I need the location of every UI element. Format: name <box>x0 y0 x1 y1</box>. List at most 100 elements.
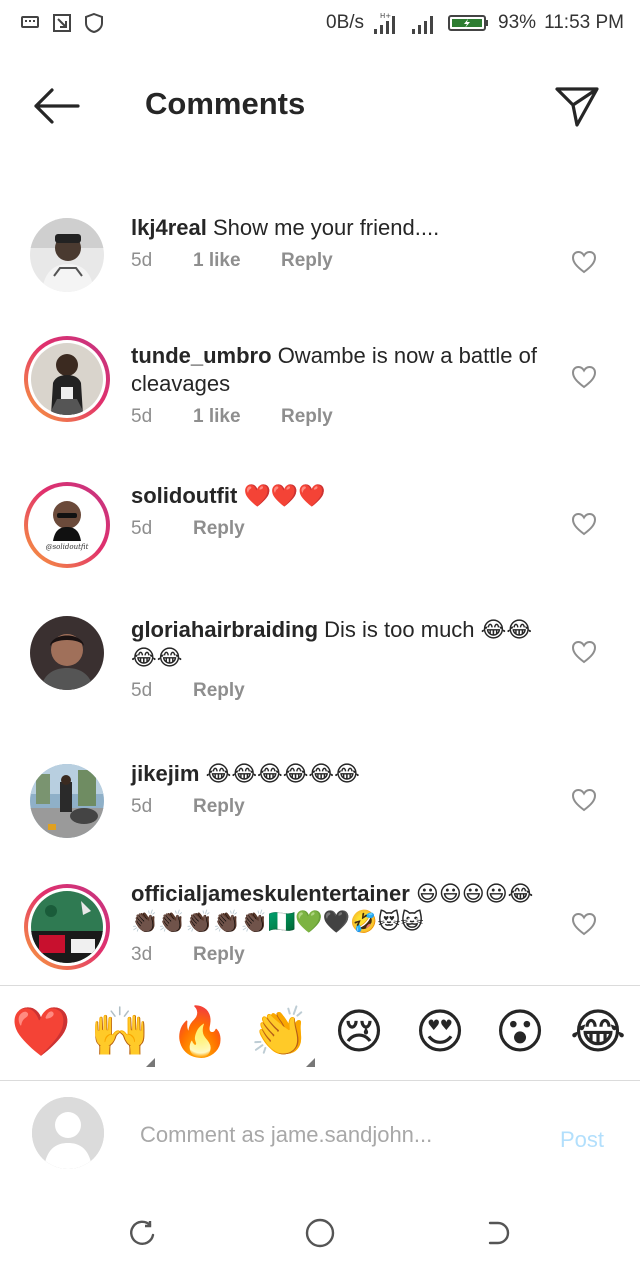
reaction-heart[interactable]: ❤️ <box>11 1004 71 1062</box>
network-type: H+ <box>380 12 391 20</box>
comment-username[interactable]: lkj4real <box>131 215 207 240</box>
comment-message: Show me your friend.... <box>212 215 440 240</box>
avatar[interactable]: @solidoutfit <box>24 482 110 568</box>
reply-button[interactable]: Reply <box>281 250 333 272</box>
avatar-image <box>31 891 103 963</box>
signal-hplus-icon: H+ <box>372 12 402 34</box>
comment-meta: 5d 1 like Reply <box>131 250 551 272</box>
comment-meta: 5d 1 like Reply <box>131 406 551 428</box>
comment-body: officialjameskulentertainer 😃😃😃😃😂👏🏿👏🏿👏🏿👏… <box>131 880 551 966</box>
heart-outline-icon[interactable] <box>570 638 598 666</box>
comment-time: 3d <box>131 944 153 965</box>
comment-meta: 5d Reply <box>131 680 551 702</box>
comment-time: 5d <box>131 518 153 539</box>
comment-text: solidoutfit ❤️❤️❤️ <box>131 482 551 510</box>
avatar-image: @solidoutfit <box>31 489 103 561</box>
clock: 11:53 PM <box>544 12 624 33</box>
comment-time: 5d <box>131 406 153 427</box>
comment-username[interactable]: tunde_umbro <box>131 343 272 368</box>
recent-apps-button[interactable] <box>124 1215 160 1251</box>
status-bar: 0B/s H+ 93% 11:53 PM <box>0 0 640 46</box>
avatar-image <box>30 616 104 690</box>
comment-text: tunde_umbro Owambe is now a battle of cl… <box>131 342 551 398</box>
status-right: 0B/s H+ 93% 11:53 PM <box>326 12 624 34</box>
comment-item: tunde_umbro Owambe is now a battle of cl… <box>0 336 640 476</box>
home-button[interactable] <box>302 1215 338 1251</box>
comment-body: gloriahairbraiding Dis is too much 😂😂😂😂 … <box>131 616 551 702</box>
back-nav-icon <box>488 1221 510 1245</box>
comment-meta: 3d Reply <box>131 944 551 966</box>
comment-item: lkj4real Show me your friend.... 5d 1 li… <box>0 214 640 324</box>
comment-text: gloriahairbraiding Dis is too much 😂😂😂😂 <box>131 616 551 672</box>
divider <box>0 985 640 986</box>
back-button[interactable] <box>30 84 82 128</box>
heart-outline-icon[interactable] <box>570 786 598 814</box>
reaction-fire[interactable]: 🔥 <box>170 1004 230 1062</box>
avatar[interactable] <box>30 764 104 838</box>
comment-body: jikejim 😂😂😂😂😂😂 5d Reply <box>131 760 551 818</box>
paper-plane-icon <box>555 87 599 127</box>
home-icon <box>305 1218 335 1248</box>
comment-message: 😂😂😂😂😂😂 <box>205 761 360 786</box>
reply-button[interactable]: Reply <box>281 406 333 428</box>
comment-item: gloriahairbraiding Dis is too much 😂😂😂😂 … <box>0 610 640 730</box>
status-left <box>20 13 104 33</box>
reaction-surprised[interactable]: 😮 <box>491 1004 549 1062</box>
avatar[interactable] <box>30 616 104 690</box>
comment-meta: 5d Reply <box>131 796 551 818</box>
header: Comments <box>0 46 640 164</box>
comment-meta: 5d Reply <box>131 518 551 540</box>
comment-likes[interactable]: 1 like <box>193 406 281 428</box>
comment-message: ❤️❤️❤️ <box>243 483 326 508</box>
avatar[interactable] <box>24 336 110 422</box>
recent-apps-icon <box>130 1220 155 1245</box>
comment-time: 5d <box>131 680 153 701</box>
back-nav-button[interactable] <box>480 1215 516 1251</box>
share-button[interactable] <box>552 82 602 132</box>
avatar-image <box>31 343 103 415</box>
reply-button[interactable]: Reply <box>193 796 245 818</box>
skin-tone-indicator <box>146 1058 155 1067</box>
comment-item: @solidoutfit solidoutfit ❤️❤️❤️ 5d Reply <box>0 482 640 592</box>
comment-time: 5d <box>131 796 153 817</box>
net-speed: 0B/s <box>326 12 365 33</box>
reply-button[interactable]: Reply <box>193 518 245 540</box>
heart-outline-icon[interactable] <box>570 248 598 276</box>
comment-username[interactable]: gloriahairbraiding <box>131 617 318 642</box>
avatar[interactable] <box>30 218 104 292</box>
comment-username[interactable]: solidoutfit <box>131 483 237 508</box>
comment-body: solidoutfit ❤️❤️❤️ 5d Reply <box>131 482 551 540</box>
comment-username[interactable]: jikejim <box>131 761 199 786</box>
reaction-laughing[interactable]: 😂 <box>569 1004 627 1062</box>
heart-outline-icon[interactable] <box>570 910 598 938</box>
comments-list: lkj4real Show me your friend.... 5d 1 li… <box>0 190 640 986</box>
message-notification-icon <box>20 13 40 33</box>
heart-outline-icon[interactable] <box>570 363 598 391</box>
comment-composer: Post <box>0 1081 640 1187</box>
comment-item: jikejim 😂😂😂😂😂😂 5d Reply <box>0 756 640 856</box>
reaction-clapping-hands[interactable]: 👏 <box>250 1004 310 1062</box>
default-avatar-icon <box>32 1097 104 1169</box>
comment-item: officialjameskulentertainer 😃😃😃😃😂👏🏿👏🏿👏🏿👏… <box>0 880 640 986</box>
skin-tone-indicator <box>306 1058 315 1067</box>
arrow-left-icon <box>34 88 80 124</box>
heart-outline-icon[interactable] <box>570 510 598 538</box>
reply-button[interactable]: Reply <box>193 944 245 966</box>
reaction-crying[interactable]: 😢 <box>330 1004 388 1062</box>
reply-button[interactable]: Reply <box>193 680 245 702</box>
reaction-heart-eyes[interactable]: 😍 <box>411 1004 469 1062</box>
avatar[interactable] <box>24 884 110 970</box>
screenshot-icon <box>52 13 72 33</box>
post-button[interactable]: Post <box>560 1127 604 1153</box>
comment-likes[interactable]: 1 like <box>193 250 281 272</box>
comment-username[interactable]: officialjameskulentertainer <box>131 881 410 906</box>
comment-time: 5d <box>131 250 153 271</box>
comment-text: lkj4real Show me your friend.... <box>131 214 551 242</box>
avatar-image <box>30 218 104 292</box>
shield-icon <box>84 13 104 33</box>
reaction-raising-hands[interactable]: 🙌 <box>90 1004 150 1062</box>
comment-input[interactable] <box>140 1115 540 1155</box>
battery-level: 93% <box>498 12 537 33</box>
comment-body: lkj4real Show me your friend.... 5d 1 li… <box>131 214 551 272</box>
avatar-image <box>30 764 104 838</box>
